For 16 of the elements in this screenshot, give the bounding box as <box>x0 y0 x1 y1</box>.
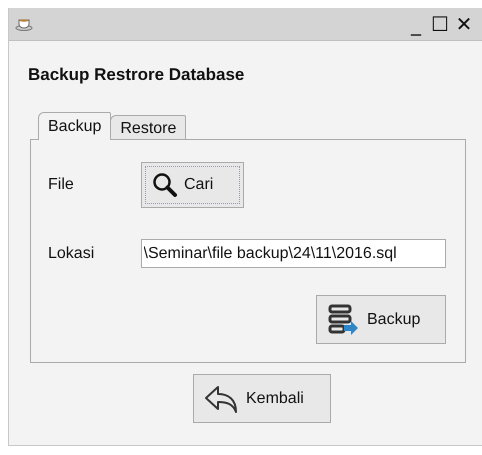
maximize-button[interactable]: ☐ <box>428 12 452 36</box>
back-button[interactable]: Kembali <box>193 374 331 423</box>
search-button[interactable]: Cari <box>141 162 244 208</box>
heading: Backup Restrore Database <box>28 65 246 85</box>
reply-arrow-icon <box>204 384 240 414</box>
database-export-icon <box>327 302 361 336</box>
field-label: File <box>48 176 75 194</box>
tab[interactable]: Restore <box>110 115 186 139</box>
field-label: Lokasi <box>48 244 96 262</box>
minimize-button[interactable]: _ <box>404 12 428 36</box>
location-field[interactable]: \Seminar\file backup\24\11\2016.sql <box>140 239 446 268</box>
close-button[interactable]: ✕ <box>452 12 476 36</box>
search-icon <box>152 172 178 198</box>
coffee-cup-icon <box>15 17 33 31</box>
backup-button[interactable]: Backup <box>316 295 446 344</box>
tab[interactable]: Backup <box>38 112 112 140</box>
